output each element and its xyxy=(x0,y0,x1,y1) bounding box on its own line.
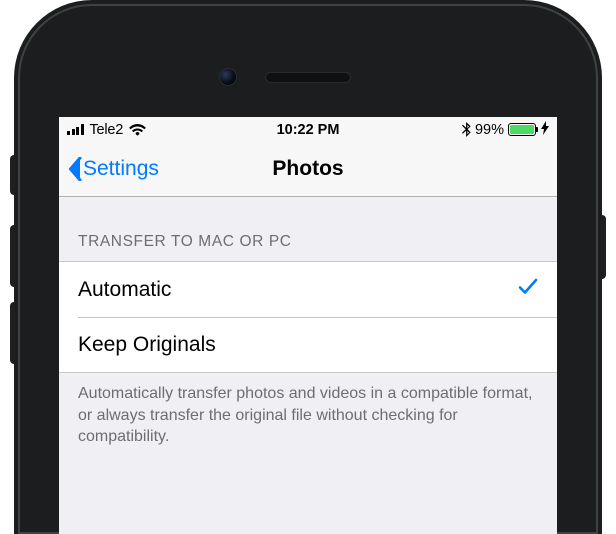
checkmark-icon xyxy=(518,278,538,302)
phone-mockup: Tele2 10:22 PM 99% xyxy=(0,0,616,534)
chevron-left-icon xyxy=(67,157,82,181)
earpiece-speaker xyxy=(265,72,351,83)
option-keep-originals[interactable]: Keep Originals xyxy=(59,317,557,372)
carrier-label: Tele2 xyxy=(90,122,124,138)
back-button[interactable]: Settings xyxy=(67,157,159,181)
battery-percentage: 99% xyxy=(475,122,504,138)
status-time: 10:22 PM xyxy=(277,122,340,138)
screen: Tele2 10:22 PM 99% xyxy=(59,117,557,534)
option-label: Keep Originals xyxy=(78,333,216,357)
option-label: Automatic xyxy=(78,278,171,302)
phone-body: Tele2 10:22 PM 99% xyxy=(14,0,602,534)
status-bar: Tele2 10:22 PM 99% xyxy=(59,117,557,142)
battery-icon xyxy=(508,123,536,136)
options-group: Automatic Keep Originals xyxy=(59,261,557,373)
charging-icon xyxy=(541,121,549,138)
page-title: Photos xyxy=(272,157,343,181)
section-header: TRANSFER TO MAC OR PC xyxy=(59,197,557,261)
wifi-icon xyxy=(129,124,146,136)
navigation-bar: Settings Photos xyxy=(59,142,557,197)
section-footer: Automatically transfer photos and videos… xyxy=(59,373,557,466)
back-label: Settings xyxy=(83,157,159,181)
cellular-signal-icon xyxy=(67,124,84,135)
option-automatic[interactable]: Automatic xyxy=(59,262,557,317)
front-camera xyxy=(219,68,237,86)
bluetooth-icon xyxy=(462,122,471,137)
